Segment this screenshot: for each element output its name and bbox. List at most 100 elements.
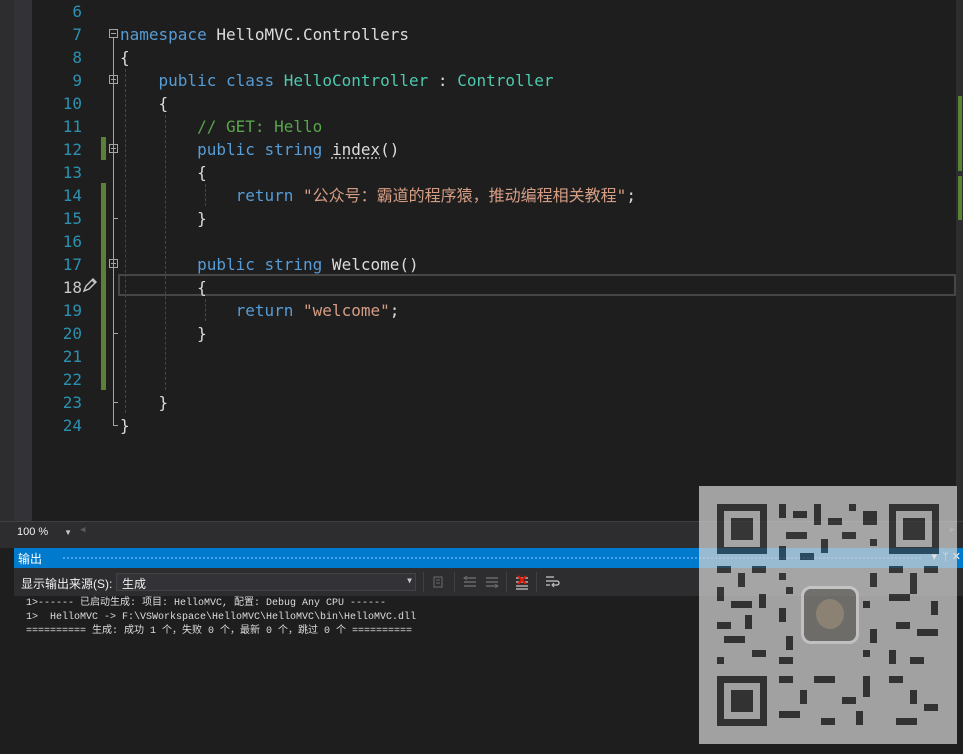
code-token: // GET: Hello — [197, 117, 323, 136]
glyph-margin — [14, 0, 32, 521]
code-token: Welcome() — [322, 255, 419, 274]
code-token: return — [235, 186, 294, 205]
outline-end — [113, 333, 118, 334]
code-token: public — [197, 255, 255, 274]
code-line[interactable]: // GET: Hello — [120, 115, 322, 138]
code-token: } — [120, 393, 169, 412]
line-number: 18 — [62, 278, 82, 297]
line-number: 7 — [72, 25, 82, 44]
word-wrap-icon[interactable] — [544, 574, 560, 590]
toolbar-separator — [536, 572, 537, 592]
line-number: 15 — [62, 209, 82, 228]
code-token: "welcome" — [303, 301, 390, 320]
code-token: { — [120, 94, 169, 113]
chevron-down-icon: ▼ — [64, 528, 72, 537]
code-line[interactable]: public string Welcome() — [120, 253, 419, 276]
line-number: 23 — [62, 393, 82, 412]
code-token: { — [120, 48, 130, 67]
line-number: 16 — [62, 232, 82, 251]
collapse-index-method-icon[interactable] — [109, 144, 118, 153]
code-token: namespace — [120, 25, 207, 44]
output-line: 1>------ 已启动生成: 项目: HelloMVC, 配置: Debug … — [26, 598, 387, 609]
code-line[interactable]: public class HelloController : Controlle… — [120, 69, 554, 92]
code-token: ; — [389, 301, 400, 320]
toolbar-separator — [423, 572, 424, 592]
code-token: } — [120, 416, 130, 435]
code-token: } — [120, 209, 207, 228]
code-line[interactable]: } — [120, 207, 207, 230]
pencil-icon[interactable] — [81, 276, 99, 294]
code-token: public — [197, 140, 255, 159]
line-number: 20 — [62, 324, 82, 343]
code-token: Controller — [457, 71, 554, 90]
code-editor[interactable]: 6 7 8 9 10 11 12 13 14 15 16 17 18 19 20 21 22 23 24 names… — [0, 0, 963, 521]
current-line-highlight — [118, 274, 956, 296]
previous-message-icon[interactable] — [462, 574, 478, 590]
collapse-namespace-icon[interactable] — [109, 29, 118, 38]
code-line[interactable]: { — [120, 276, 207, 299]
qr-center-avatar — [801, 586, 859, 644]
changed-lines-bar — [101, 183, 106, 390]
code-token: : — [428, 71, 458, 90]
clear-all-icon[interactable] — [514, 574, 530, 590]
code-line[interactable]: { — [120, 161, 207, 184]
output-source-dropdown[interactable]: 生成 ▼ — [116, 573, 416, 591]
code-token: public — [158, 71, 217, 90]
code-line[interactable]: } — [120, 322, 207, 345]
code-token: HelloController — [283, 71, 429, 90]
line-number: 13 — [62, 163, 82, 182]
left-tool-strip — [0, 0, 14, 521]
code-token: return — [235, 301, 294, 320]
code-token: { — [120, 278, 207, 297]
outline-end — [113, 425, 118, 426]
vertical-scrollbar[interactable] — [956, 0, 963, 521]
collapse-class-icon[interactable] — [109, 75, 118, 84]
scroll-left-icon[interactable]: ◀ — [80, 525, 85, 535]
output-line: ========== 生成: 成功 1 个，失败 0 个，最新 0 个，跳过 0… — [26, 626, 413, 637]
code-line[interactable]: namespace HelloMVC.Controllers — [120, 23, 409, 46]
line-number: 12 — [62, 140, 82, 159]
code-token: { — [120, 163, 207, 182]
line-number: 14 — [62, 186, 82, 205]
line-number: 9 — [72, 71, 82, 90]
zoom-dropdown[interactable]: 100 % ▼ — [14, 525, 74, 540]
code-line[interactable]: return "welcome"; — [120, 299, 400, 322]
outline-end — [113, 402, 118, 403]
code-line[interactable]: } — [120, 414, 130, 437]
scrollbar-change-marker — [958, 96, 962, 171]
code-token: } — [120, 324, 207, 343]
output-line: 1> HelloMVC -> F:\VSWorkspace\HelloMVC\H… — [26, 612, 417, 623]
toolbar-separator — [454, 572, 455, 592]
zoom-value: 100 % — [17, 526, 49, 538]
line-number: 10 — [62, 94, 82, 113]
next-message-icon[interactable] — [484, 574, 500, 590]
find-message-icon[interactable] — [432, 574, 448, 590]
qr-code-watermark — [699, 486, 957, 744]
code-line[interactable]: return "公众号：霸道的程序猿，推动编程相关教程"; — [120, 184, 636, 207]
code-line[interactable]: public string index() — [120, 138, 399, 161]
line-number: 21 — [62, 347, 82, 366]
code-line[interactable]: { — [120, 46, 130, 69]
collapse-welcome-method-icon[interactable] — [109, 259, 118, 268]
code-token: () — [380, 140, 400, 159]
code-token: string — [264, 140, 323, 159]
code-line[interactable]: } — [120, 391, 169, 414]
output-source-label: 显示输出来源(S): — [21, 577, 113, 591]
line-number: 6 — [72, 2, 82, 21]
code-token: string — [264, 255, 323, 274]
line-number: 22 — [62, 370, 82, 389]
code-line[interactable]: { — [120, 92, 169, 115]
outline-end — [113, 218, 118, 219]
line-number: 24 — [62, 416, 82, 435]
